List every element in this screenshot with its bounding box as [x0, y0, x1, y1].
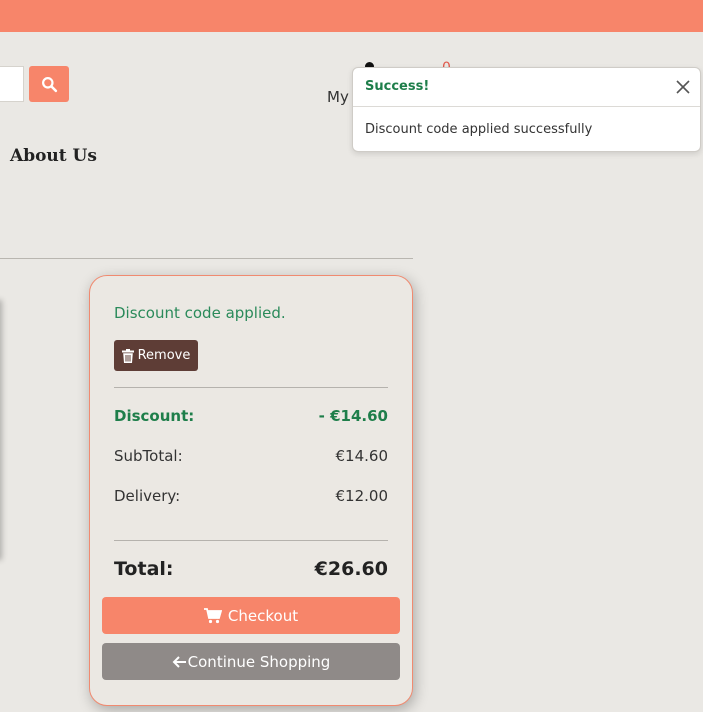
total-value: €26.60: [314, 558, 388, 580]
order-summary-card: Discount code applied. Remove Discount: …: [89, 275, 413, 706]
checkout-button[interactable]: Checkout: [102, 597, 400, 634]
remove-label: Remove: [137, 348, 191, 363]
subtotal-value: €14.60: [335, 447, 389, 465]
toast-title: Success!: [365, 79, 430, 94]
delivery-value: €12.00: [335, 487, 389, 505]
success-toast: Success! Discount code applied successfu…: [352, 67, 701, 152]
search-icon: [41, 76, 57, 92]
nav-about-us[interactable]: About Us: [10, 146, 97, 166]
my-account-link[interactable]: My: [327, 88, 349, 106]
discount-value: - €14.60: [318, 407, 388, 425]
total-row: Total: €26.60: [114, 558, 388, 580]
shopping-cart-icon: [203, 607, 222, 623]
total-divider: [114, 540, 388, 541]
subtotal-label: SubTotal:: [114, 447, 183, 465]
remove-discount-button[interactable]: Remove: [114, 340, 198, 371]
search-button[interactable]: [29, 66, 69, 102]
discount-row: Discount: - €14.60: [114, 407, 388, 425]
arrow-left-icon: [172, 655, 186, 668]
continue-shopping-button[interactable]: Continue Shopping: [102, 643, 400, 680]
toast-message: Discount code applied successfully: [365, 122, 593, 137]
trash-icon: [121, 348, 134, 363]
close-icon[interactable]: [674, 78, 692, 96]
top-banner: [0, 0, 703, 32]
discount-label: Discount:: [114, 407, 195, 425]
discount-applied-message: Discount code applied.: [114, 304, 286, 322]
delivery-row: Delivery: €12.00: [114, 487, 388, 505]
checkout-label: Checkout: [227, 606, 299, 625]
subtotal-row: SubTotal: €14.60: [114, 447, 388, 465]
search-input[interactable]: [0, 66, 24, 102]
section-divider: [0, 258, 413, 259]
toast-header: Success!: [353, 68, 700, 107]
summary-divider: [114, 387, 388, 388]
delivery-label: Delivery:: [114, 487, 181, 505]
total-label: Total:: [114, 558, 174, 580]
continue-shopping-label: Continue Shopping: [187, 652, 331, 671]
